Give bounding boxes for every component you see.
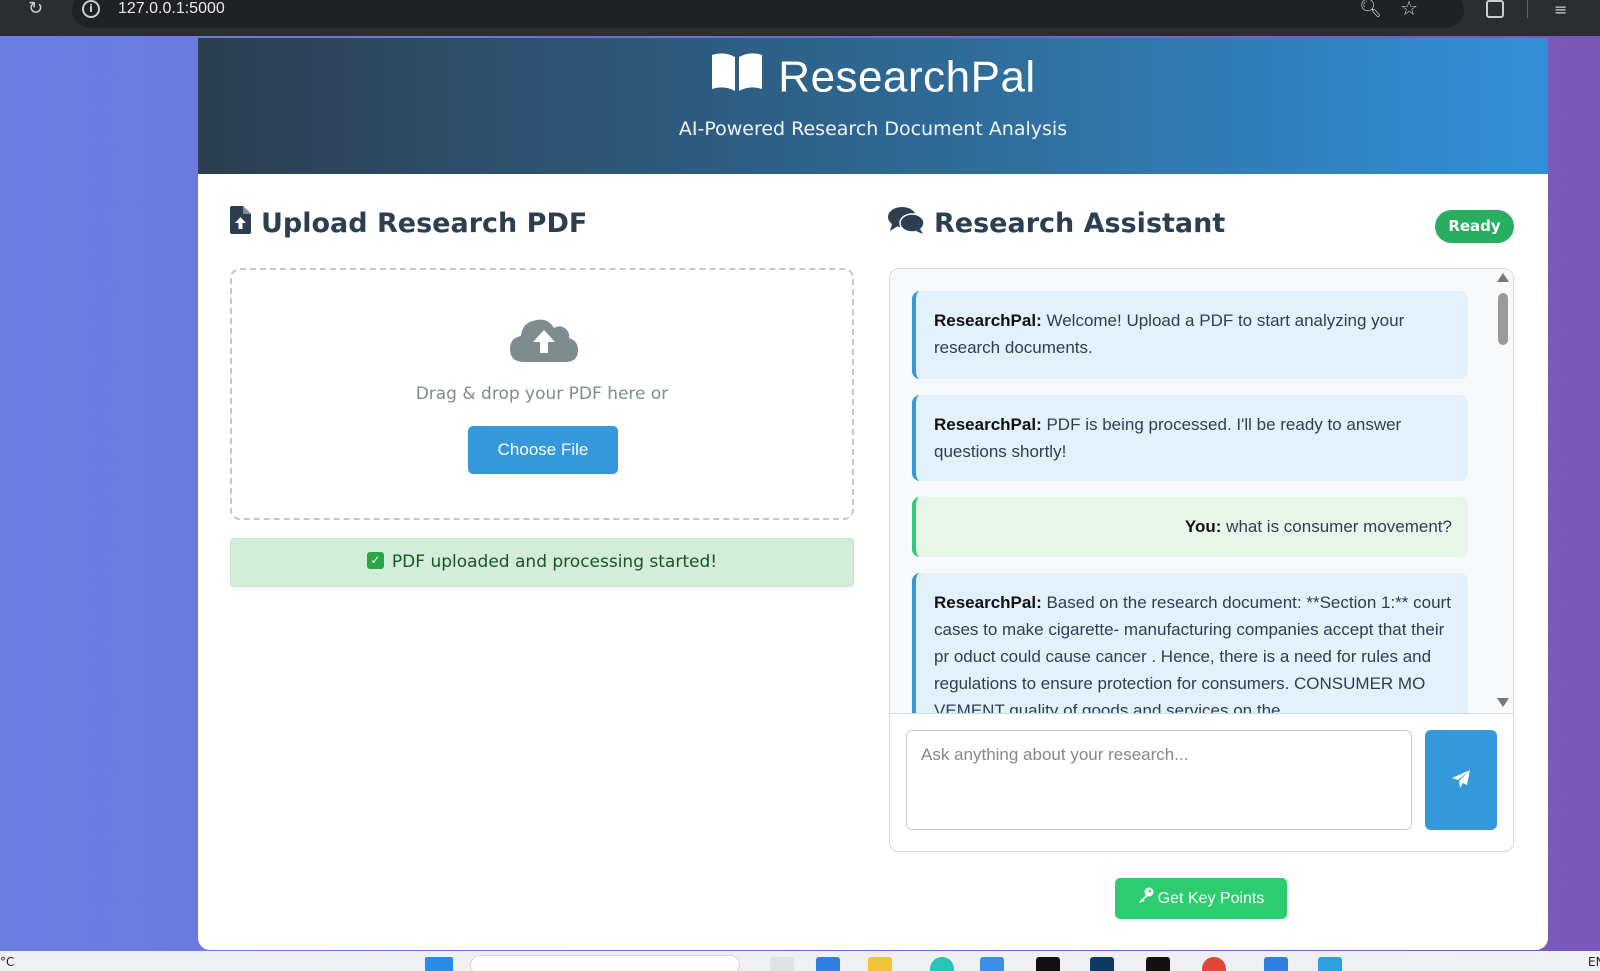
taskbar-app-icon[interactable] bbox=[980, 957, 1004, 971]
upload-section-title: Upload Research PDF bbox=[230, 206, 587, 241]
assistant-section-title: Research Assistant bbox=[888, 206, 1225, 241]
url-text: 127.0.0.1:5000 bbox=[118, 0, 225, 17]
taskbar-app-icon[interactable] bbox=[1146, 957, 1170, 971]
weather-temperature: °C bbox=[0, 955, 15, 969]
cloud-upload-icon bbox=[510, 316, 578, 368]
media-control-icon[interactable]: ≡ bbox=[1554, 0, 1567, 19]
message-text: what is consumer movement? bbox=[1226, 517, 1452, 536]
reload-icon[interactable]: ↻ bbox=[28, 0, 50, 22]
send-button[interactable] bbox=[1425, 730, 1497, 830]
choose-file-button[interactable]: Choose File bbox=[468, 426, 618, 474]
address-bar[interactable]: i 127.0.0.1:5000 🔍︎ ☆ bbox=[72, 0, 1464, 28]
extensions-icon[interactable] bbox=[1486, 0, 1504, 18]
scroll-thumb[interactable] bbox=[1498, 293, 1508, 345]
taskbar-search[interactable] bbox=[470, 955, 740, 971]
browser-toolbar: ↻ i 127.0.0.1:5000 🔍︎ ☆ ≡ bbox=[0, 0, 1600, 36]
toolbar-divider bbox=[1527, 0, 1528, 18]
taskbar-app-icon[interactable] bbox=[816, 957, 840, 971]
drop-instruction: Drag & drop your PDF here or bbox=[415, 384, 669, 404]
bot-message: ResearchPal: Based on the research docum… bbox=[912, 573, 1468, 713]
app-container: ResearchPal AI-Powered Research Document… bbox=[198, 38, 1548, 950]
key-icon bbox=[1138, 878, 1154, 919]
windows-start-icon[interactable] bbox=[425, 957, 453, 971]
language-indicator[interactable]: EN bbox=[1588, 955, 1600, 969]
tagline: AI-Powered Research Document Analysis bbox=[678, 118, 1068, 140]
pdf-dropzone[interactable]: Drag & drop your PDF here or Choose File bbox=[230, 268, 854, 520]
chat-messages[interactable]: ResearchPal: Welcome! Upload a PDF to st… bbox=[890, 269, 1513, 713]
status-badge: Ready bbox=[1435, 210, 1514, 243]
upload-status-text: PDF uploaded and processing started! bbox=[391, 552, 718, 572]
message-sender: ResearchPal: bbox=[934, 415, 1042, 434]
chat-scrollbar[interactable] bbox=[1493, 269, 1513, 713]
zoom-icon[interactable]: 🔍︎ bbox=[1359, 0, 1382, 19]
brand-title: ResearchPal bbox=[198, 50, 1548, 104]
paper-plane-icon bbox=[1451, 769, 1471, 792]
comments-icon bbox=[888, 206, 925, 241]
brand-name: ResearchPal bbox=[778, 52, 1036, 102]
bot-message: ResearchPal: Welcome! Upload a PDF to st… bbox=[912, 291, 1468, 379]
message-sender: ResearchPal: bbox=[934, 311, 1042, 330]
upload-status-alert: ✓ PDF uploaded and processing started! bbox=[230, 538, 854, 587]
site-info-icon[interactable]: i bbox=[82, 0, 100, 18]
taskbar-app-icon[interactable] bbox=[770, 957, 794, 971]
bookmark-star-icon[interactable]: ☆ bbox=[1400, 0, 1418, 20]
taskbar-app-icon[interactable] bbox=[930, 957, 954, 971]
get-key-points-button[interactable]: Get Key Points bbox=[1115, 878, 1287, 919]
browser-icon[interactable] bbox=[1202, 957, 1226, 971]
message-sender: You: bbox=[1184, 517, 1222, 536]
os-taskbar: °C EN bbox=[0, 951, 1600, 971]
user-message: You: what is consumer movement? bbox=[912, 497, 1468, 557]
scroll-down-arrow-icon[interactable] bbox=[1497, 698, 1509, 707]
check-square-icon: ✓ bbox=[366, 551, 384, 569]
calendar-icon[interactable] bbox=[1264, 957, 1288, 971]
scroll-up-arrow-icon[interactable] bbox=[1497, 273, 1509, 282]
question-input[interactable] bbox=[906, 730, 1412, 830]
book-open-icon bbox=[710, 51, 764, 104]
folder-icon[interactable] bbox=[868, 957, 892, 971]
taskbar-app-icon[interactable] bbox=[1090, 957, 1114, 971]
bot-message: ResearchPal: PDF is being processed. I'l… bbox=[912, 395, 1468, 481]
message-sender: ResearchPal: bbox=[934, 593, 1042, 612]
app-header: ResearchPal AI-Powered Research Document… bbox=[198, 38, 1548, 174]
chat-input-area bbox=[890, 713, 1513, 851]
taskbar-app-icon[interactable] bbox=[1036, 957, 1060, 971]
chat-panel: ResearchPal: Welcome! Upload a PDF to st… bbox=[889, 268, 1514, 852]
taskbar-app-icon[interactable] bbox=[1318, 957, 1342, 971]
get-key-points-label: Get Key Points bbox=[1157, 890, 1265, 907]
file-upload-icon bbox=[230, 206, 251, 241]
